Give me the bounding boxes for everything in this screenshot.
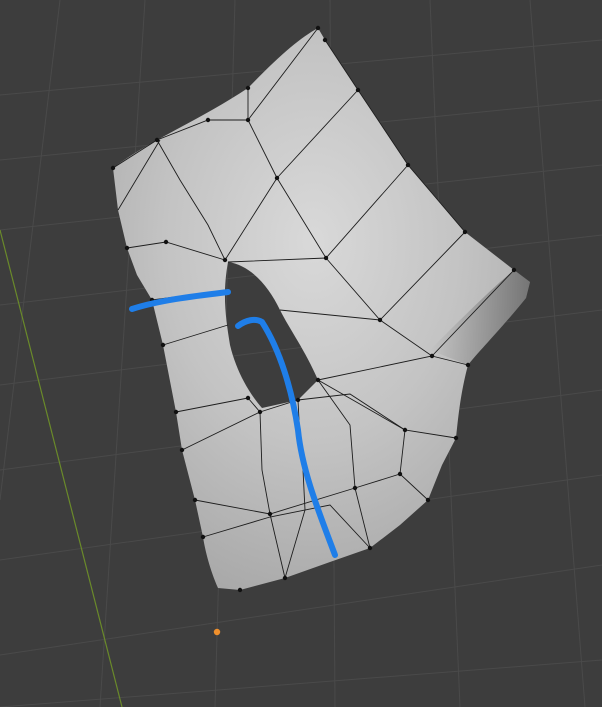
y-axis-line xyxy=(0,229,123,707)
object-origin-dot[interactable] xyxy=(213,628,221,636)
mesh-surface[interactable] xyxy=(113,28,530,590)
3d-viewport[interactable] xyxy=(0,0,602,707)
viewport-canvas[interactable] xyxy=(0,0,602,707)
